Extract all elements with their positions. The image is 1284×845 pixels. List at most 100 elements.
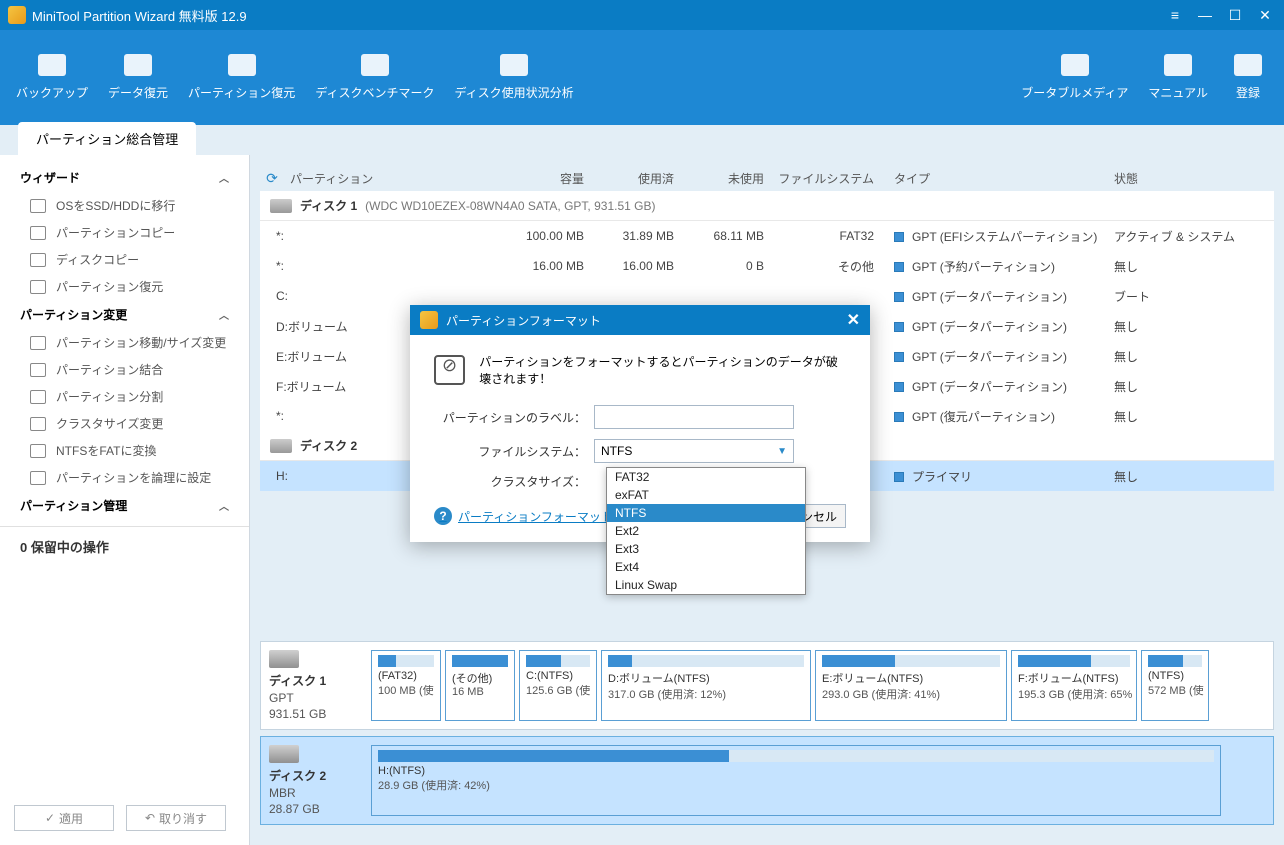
toolbar-パーティション復元[interactable]: パーティション復元 [178,48,305,107]
toolbar-icon [124,54,152,76]
toolbar-icon [500,54,528,76]
filesystem-value: NTFS [601,444,632,458]
dialog-close-button[interactable]: ✕ [847,310,860,330]
type-color-icon [894,472,904,482]
sidebar-item[interactable]: パーティション移動/サイズ変更 [0,329,249,356]
col-capacity: 容量 [494,170,584,187]
disk-map-partition[interactable]: F:ボリューム(NTFS)195.3 GB (使用済: 65% [1011,650,1137,721]
toolbar-データ復元[interactable]: データ復元 [98,48,178,107]
toolbar-icon [228,54,256,76]
disk-map-partition[interactable]: (FAT32)100 MB (使 [371,650,441,721]
tab-partition-management[interactable]: パーティション総合管理 [18,122,196,155]
chevron-up-icon: ︿ [219,498,229,513]
filesystem-option[interactable]: NTFS [607,504,805,522]
col-filesystem: ファイルシステム [764,170,894,187]
partition-label-label: パーティションのラベル： [434,409,594,426]
filesystem-option[interactable]: Linux Swap [607,576,805,594]
filesystem-option[interactable]: Ext4 [607,558,805,576]
disk-map[interactable]: ディスク 2MBR28.87 GBH:(NTFS)28.9 GB (使用済: 4… [260,736,1274,825]
dialog-titlebar: パーティションフォーマット ✕ [410,305,870,335]
disk-map-partition[interactable]: (その他)16 MB [445,650,515,721]
toolbar-ディスク使用状況分析[interactable]: ディスク使用状況分析 [444,48,583,107]
sidebar-item[interactable]: OSをSSD/HDDに移行 [0,192,249,219]
toolbar-マニュアル[interactable]: マニュアル [1138,48,1218,107]
toolbar-icon [1164,54,1192,76]
sidebar-item-icon [30,363,46,377]
filesystem-option[interactable]: Ext2 [607,522,805,540]
sidebar-item[interactable]: パーティション結合 [0,356,249,383]
col-partition: パーティション [284,170,494,187]
toolbar-icon [1234,54,1262,76]
filesystem-label: ファイルシステム： [434,443,594,460]
col-type: タイプ [894,170,1114,187]
sidebar-item[interactable]: パーティション分割 [0,383,249,410]
app-logo-icon [8,6,26,24]
filesystem-dropdown[interactable]: FAT32exFATNTFSExt2Ext3Ext4Linux Swap [606,467,806,595]
toolbar-登録[interactable]: 登録 [1218,48,1278,107]
disk-icon [270,199,292,213]
disk-map-partition[interactable]: D:ボリューム(NTFS)317.0 GB (使用済: 12%) [601,650,811,721]
disk-map-partition[interactable]: (NTFS)572 MB (使 [1141,650,1209,721]
filesystem-combo[interactable]: NTFS ▼ [594,439,794,463]
sidebar-item-icon [30,471,46,485]
minimize-button[interactable]: — [1194,4,1216,26]
disk-icon [270,439,292,453]
disk-map-partition[interactable]: E:ボリューム(NTFS)293.0 GB (使用済: 41%) [815,650,1007,721]
refresh-icon[interactable]: ⟳ [260,170,284,187]
sidebar-item[interactable]: パーティションを論理に設定 [0,464,249,491]
sidebar-item-icon [30,226,46,240]
sidebar-item-icon [30,336,46,350]
close-button[interactable]: ✕ [1254,4,1276,26]
sidebar-item-icon [30,253,46,267]
toolbar-icon [38,54,66,76]
partition-list-header: ⟳ パーティション 容量 使用済 未使用 ファイルシステム タイプ 状態 [260,165,1274,191]
pending-operations: 0 保留中の操作 [0,526,249,566]
sidebar-section[interactable]: パーティション管理︿ [0,491,249,520]
disk-map-partition[interactable]: C:(NTFS)125.6 GB (使 [519,650,597,721]
sidebar-item[interactable]: パーティション復元 [0,273,249,300]
partition-row[interactable]: *:100.00 MB31.89 MB68.11 MBFAT32GPT (EFI… [260,221,1274,251]
sidebar-item-icon [30,280,46,294]
disk-map[interactable]: ディスク 1GPT931.51 GB(FAT32)100 MB (使(その他)1… [260,641,1274,730]
toolbar-ブータブルメディア[interactable]: ブータブルメディア [1011,48,1138,107]
menu-icon[interactable]: ≡ [1164,4,1186,26]
type-color-icon [894,412,904,422]
partition-row[interactable]: *:16.00 MB16.00 MB0 Bその他GPT (予約パーティション)無… [260,251,1274,281]
sidebar-item[interactable]: パーティションコピー [0,219,249,246]
cluster-size-label: クラスタサイズ： [434,473,594,490]
sidebar-item[interactable]: クラスタサイズ変更 [0,410,249,437]
partition-label-input[interactable] [594,405,794,429]
disk-header[interactable]: ディスク 1(WDC WD10EZEX-08WN4A0 SATA, GPT, 9… [260,191,1274,221]
type-color-icon [894,262,904,272]
type-color-icon [894,382,904,392]
filesystem-option[interactable]: Ext3 [607,540,805,558]
toolbar-ディスクベンチマーク[interactable]: ディスクベンチマーク [305,48,444,107]
chevron-up-icon: ︿ [219,170,229,185]
help-icon: ? [434,507,452,525]
type-color-icon [894,232,904,242]
filesystem-option[interactable]: FAT32 [607,468,805,486]
sidebar-item-icon [30,417,46,431]
disk-map-partition[interactable]: H:(NTFS)28.9 GB (使用済: 42%) [371,745,1221,816]
maximize-button[interactable]: ☐ [1224,4,1246,26]
sidebar: ウィザード︿OSをSSD/HDDに移行パーティションコピーディスクコピーパーティ… [0,155,250,845]
col-used: 使用済 [584,170,674,187]
tab-row: パーティション総合管理 [0,125,1284,155]
app-title: MiniTool Partition Wizard 無料版 12.9 [32,6,1164,25]
sidebar-section[interactable]: パーティション変更︿ [0,300,249,329]
filesystem-option[interactable]: exFAT [607,486,805,504]
apply-button[interactable]: ✓適用 [14,805,114,831]
chevron-up-icon: ︿ [219,307,229,322]
sidebar-item[interactable]: NTFSをFATに変換 [0,437,249,464]
col-unused: 未使用 [674,170,764,187]
dialog-icon [420,311,438,329]
toolbar-バックアップ[interactable]: バックアップ [6,48,98,107]
disk-icon [269,745,299,763]
toolbar-icon [1061,54,1089,76]
type-color-icon [894,352,904,362]
dialog-warning-text: パーティションをフォーマットするとパーティションのデータが破壊されます！ [479,353,846,387]
sidebar-item[interactable]: ディスクコピー [0,246,249,273]
undo-button[interactable]: ↶取り消す [126,805,226,831]
sidebar-section[interactable]: ウィザード︿ [0,163,249,192]
chevron-down-icon: ▼ [777,446,787,457]
